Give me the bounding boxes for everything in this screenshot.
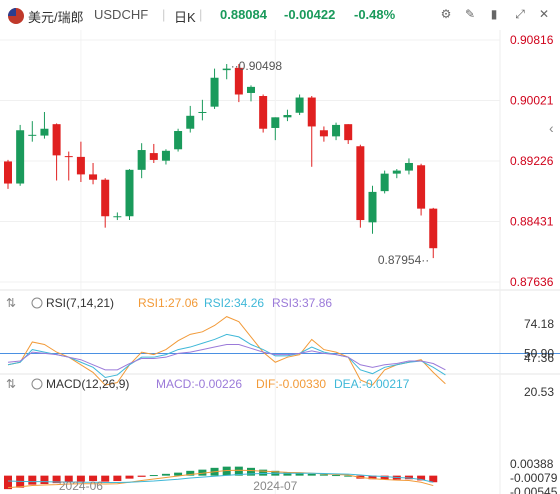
macd-histogram-bar <box>307 473 316 476</box>
candle-body <box>4 161 12 184</box>
candle-body <box>210 77 219 107</box>
kline-chart: 0.90816 0.90021 0.89226 0.88431 0.87636 ··0.9… <box>0 30 560 494</box>
price-tick-label: 0.90816 <box>510 33 554 47</box>
rsi-legend-rsi2: RSI2:34.26 <box>204 296 264 310</box>
candle-body <box>16 130 25 184</box>
candle-body <box>295 97 304 113</box>
macd-histogram-bar <box>332 475 341 477</box>
macd-histogram-bar <box>28 475 37 485</box>
min-price-label: 0.87954·· <box>378 253 429 267</box>
rsi-tick-label: 20.53 <box>524 385 554 399</box>
x-axis-date-label: 2024-07 <box>253 479 297 493</box>
rsi-legend-rsi1: RSI1:27.06 <box>138 296 198 310</box>
candle-body <box>307 97 316 127</box>
macd-title: MACD(12,26,9) <box>46 377 129 391</box>
collapse-icon: ⇅ <box>6 296 16 310</box>
candle-body <box>186 115 195 129</box>
candle-body <box>392 170 401 174</box>
candle-body <box>113 216 122 218</box>
candle-body <box>319 130 328 137</box>
candle-body <box>429 208 438 249</box>
macd-histogram-bar <box>125 475 134 479</box>
candle-body <box>28 134 37 136</box>
price-tick-label: 0.89226 <box>510 154 554 168</box>
x-axis-date-label: 2024-06 <box>59 479 103 493</box>
candle-body <box>259 96 268 129</box>
macd-tick-label: 0.00388 <box>510 457 554 471</box>
indicator-settings-icon <box>31 297 43 309</box>
candle-body <box>76 156 85 175</box>
macd-histogram-bar <box>149 475 158 477</box>
price-tick-label: 0.88431 <box>510 215 554 229</box>
max-price-label: ··0.90498 <box>231 59 283 73</box>
candle-body <box>417 165 426 209</box>
macd-legend-dea: DEA:-0.00217 <box>334 377 410 391</box>
macd-legend-dif: DIF:-0.00330 <box>256 377 326 391</box>
candle-body <box>161 150 170 161</box>
candle-body <box>356 146 365 221</box>
candle-body <box>89 174 98 180</box>
macd-histogram-bar <box>137 475 146 477</box>
candle-body <box>222 68 231 71</box>
candle-body <box>198 111 207 113</box>
macd-legend-macd: MACD:-0.00226 <box>156 377 242 391</box>
candle-body <box>368 191 377 223</box>
rsi-line-rsi1 <box>7 316 446 386</box>
rsi-tick-label: 47.36 <box>524 351 554 365</box>
macd-histogram-bar <box>161 473 170 476</box>
candle-body <box>344 124 353 141</box>
macd-tick-label: -0.00079 <box>510 471 558 485</box>
macd-tick-label: -0.00545 <box>510 485 558 494</box>
candle-body <box>332 124 341 137</box>
price-tick-label: 0.90021 <box>510 94 554 108</box>
rsi-line-rsi3 <box>7 344 446 371</box>
rsi-legend-rsi3: RSI3:37.86 <box>272 296 332 310</box>
candle-body <box>247 86 255 93</box>
macd-histogram-bar <box>319 474 328 476</box>
price-tick-label: 0.87636 <box>510 275 554 289</box>
candle-body <box>125 169 134 217</box>
candle-body <box>40 128 49 136</box>
macd-histogram-bar <box>40 475 49 485</box>
candle-body <box>404 162 413 171</box>
candle-body <box>137 150 146 170</box>
candle-body <box>149 153 158 160</box>
collapse-icon: ⇅ <box>6 377 16 391</box>
candle-body <box>101 179 110 217</box>
candle-body <box>64 156 73 158</box>
rsi-tick-label: 74.18 <box>524 317 554 331</box>
candle-body <box>52 124 61 156</box>
indicator-settings-icon <box>31 378 43 390</box>
macd-histogram-bar <box>113 475 122 482</box>
rsi-title: RSI(7,14,21) <box>46 296 114 310</box>
candle-body <box>380 173 389 192</box>
candle-body <box>174 131 183 150</box>
candle-body <box>283 115 292 118</box>
rsi-line-rsi2 <box>7 333 446 379</box>
candle-body <box>271 117 280 128</box>
